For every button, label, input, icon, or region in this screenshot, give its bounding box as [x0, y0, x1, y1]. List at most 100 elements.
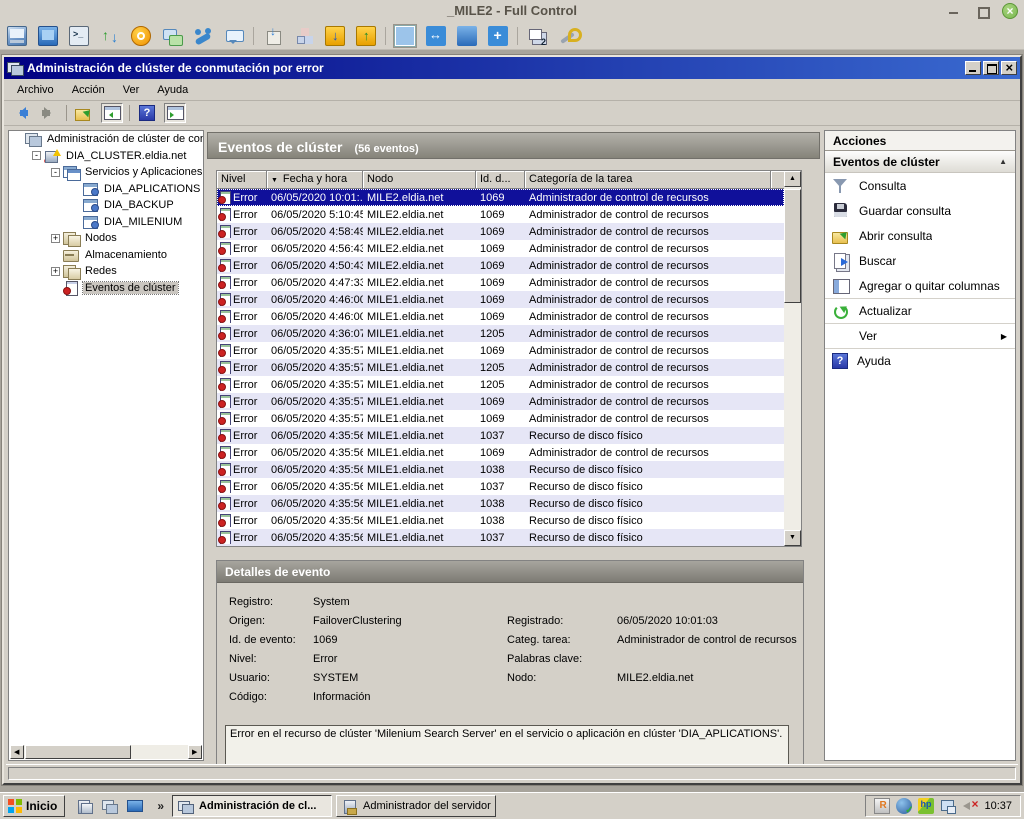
table-row[interactable]: Error 06/05/2020 4:35:57 MILE1.eldia.net…: [217, 342, 784, 359]
column-header-nivel[interactable]: Nivel: [217, 171, 267, 189]
table-row[interactable]: Error 06/05/2020 4:35:56 MILE1.eldia.net…: [217, 478, 784, 495]
expander-toggle[interactable]: +: [51, 234, 60, 243]
table-row[interactable]: Error 06/05/2020 4:35:57 MILE1.eldia.net…: [217, 393, 784, 410]
action-item[interactable]: Consulta: [825, 173, 1015, 198]
table-row[interactable]: Error 06/05/2020 4:35:57 MILE1.eldia.net…: [217, 410, 784, 427]
remote-toolbar-button[interactable]: [424, 24, 448, 48]
remote-toolbar-button[interactable]: [36, 24, 60, 48]
scroll-down-icon[interactable]: [784, 530, 801, 546]
remote-toolbar-button[interactable]: [323, 24, 347, 48]
expander-toggle[interactable]: +: [51, 267, 60, 276]
taskbar-button-cluster-manager[interactable]: Administración de cl...: [172, 795, 332, 817]
close-icon[interactable]: [1002, 3, 1018, 19]
action-item[interactable]: Agregar o quitar columnas: [825, 273, 1015, 298]
collapse-section-icon[interactable]: [999, 157, 1007, 166]
table-row[interactable]: Error 06/05/2020 4:35:56 MILE1.eldia.net…: [217, 461, 784, 478]
table-vertical-scrollbar[interactable]: [784, 171, 801, 546]
remote-toolbar-button[interactable]: [98, 24, 122, 48]
table-row[interactable]: Error 06/05/2020 4:50:43 MILE2.eldia.net…: [217, 257, 784, 274]
menu-item[interactable]: Ayuda: [148, 82, 197, 98]
expander-toggle[interactable]: [51, 283, 60, 292]
table-row[interactable]: Error 06/05/2020 4:56:43 MILE2.eldia.net…: [217, 240, 784, 257]
action-item[interactable]: Actualizar: [825, 298, 1015, 323]
column-header-fecha[interactable]: ▼ Fecha y hora: [267, 171, 363, 189]
export-list-button[interactable]: [73, 103, 95, 123]
table-row[interactable]: Error 06/05/2020 4:35:56 MILE1.eldia.net…: [217, 495, 784, 512]
mmc-titlebar[interactable]: Administración de clúster de conmutación…: [4, 57, 1020, 79]
table-row[interactable]: Error 06/05/2020 4:47:33 MILE2.eldia.net…: [217, 274, 784, 291]
table-row[interactable]: Error 06/05/2020 4:35:56 MILE1.eldia.net…: [217, 444, 784, 461]
start-button[interactable]: Inicio: [3, 795, 65, 817]
remote-toolbar-button[interactable]: [129, 24, 153, 48]
table-row[interactable]: Error 06/05/2020 5:10:45 MILE2.eldia.net…: [217, 206, 784, 223]
quick-launch-button[interactable]: [100, 797, 118, 815]
scroll-right-icon[interactable]: [188, 745, 202, 759]
remote-toolbar-button[interactable]: [67, 24, 91, 48]
action-item[interactable]: Abrir consulta: [825, 223, 1015, 248]
action-item[interactable]: Ayuda: [825, 348, 1015, 373]
expander-toggle[interactable]: [70, 184, 79, 193]
table-row[interactable]: Error 06/05/2020 4:46:00 MILE1.eldia.net…: [217, 291, 784, 308]
action-item[interactable]: Buscar: [825, 248, 1015, 273]
forward-button[interactable]: [38, 103, 60, 123]
remote-toolbar-button[interactable]: [292, 24, 316, 48]
table-row[interactable]: Error 06/05/2020 4:35:57 MILE1.eldia.net…: [217, 359, 784, 376]
restore-icon[interactable]: [974, 3, 990, 19]
menu-item[interactable]: Ver: [114, 82, 149, 98]
minimize-icon[interactable]: [946, 3, 962, 19]
table-row[interactable]: Error 06/05/2020 4:36:07 MILE1.eldia.net…: [217, 325, 784, 342]
tree-item[interactable]: + Nodos: [9, 230, 203, 247]
console-tree-button[interactable]: [101, 103, 123, 123]
hp-icon[interactable]: [918, 798, 934, 814]
expander-toggle[interactable]: -: [32, 151, 41, 160]
tree-item[interactable]: DIA_BACKUP: [9, 197, 203, 214]
column-header-id[interactable]: Id. d...: [476, 171, 525, 189]
back-button[interactable]: [10, 103, 32, 123]
remote-agent-icon[interactable]: [874, 798, 890, 814]
action-pane-button[interactable]: [164, 103, 186, 123]
remote-toolbar-button[interactable]: [354, 24, 378, 48]
menu-item[interactable]: Archivo: [8, 82, 63, 98]
remote-toolbar-button[interactable]: [556, 24, 580, 48]
tree-item[interactable]: DIA_APLICATIONS: [9, 181, 203, 198]
tree-item[interactable]: Eventos de clúster: [9, 280, 203, 297]
net-check-icon[interactable]: [896, 798, 912, 814]
quick-launch-button[interactable]: [75, 797, 93, 815]
remote-toolbar-button[interactable]: [222, 24, 246, 48]
action-item[interactable]: Ver: [825, 323, 1015, 348]
remote-toolbar-button[interactable]: [160, 24, 184, 48]
remote-toolbar-button[interactable]: [455, 24, 479, 48]
scroll-up-icon[interactable]: [784, 171, 801, 187]
tree-item[interactable]: Administración de clúster de conmu: [9, 131, 203, 148]
scroll-left-icon[interactable]: [10, 745, 24, 759]
tree-item[interactable]: - DIA_CLUSTER.eldia.net: [9, 148, 203, 165]
expander-toggle[interactable]: [13, 135, 22, 144]
mmc-minimize-icon[interactable]: [965, 61, 981, 75]
expander-toggle[interactable]: [51, 250, 60, 259]
scrollbar-thumb[interactable]: [784, 189, 801, 303]
remote-toolbar-button[interactable]: [261, 24, 285, 48]
mmc-maximize-icon[interactable]: [983, 61, 999, 75]
tree-item[interactable]: - Servicios y Aplicaciones: [9, 164, 203, 181]
help-button[interactable]: ?: [136, 103, 158, 123]
taskbar-button-server-manager[interactable]: Administrador del servidor: [336, 795, 496, 817]
actions-section-header[interactable]: Eventos de clúster: [825, 151, 1015, 173]
expander-toggle[interactable]: [70, 217, 79, 226]
tree-horizontal-scrollbar[interactable]: [10, 745, 202, 759]
remote-toolbar-button[interactable]: [525, 24, 549, 48]
table-row[interactable]: Error 06/05/2020 4:58:49 MILE2.eldia.net…: [217, 223, 784, 240]
table-row[interactable]: Error 06/05/2020 4:35:56 MILE1.eldia.net…: [217, 512, 784, 529]
display-net-icon[interactable]: [940, 798, 956, 814]
table-row[interactable]: Error 06/05/2020 4:35:57 MILE1.eldia.net…: [217, 376, 784, 393]
expander-toggle[interactable]: [70, 201, 79, 210]
remote-toolbar-button[interactable]: [191, 24, 215, 48]
menu-item[interactable]: Acción: [63, 82, 114, 98]
table-row[interactable]: Error 06/05/2020 4:35:56 MILE1.eldia.net…: [217, 427, 784, 444]
tree-item[interactable]: Almacenamiento: [9, 247, 203, 264]
tree-item[interactable]: + Redes: [9, 263, 203, 280]
mmc-close-icon[interactable]: [1001, 61, 1017, 75]
table-row[interactable]: Error 06/05/2020 4:35:56 MILE1.eldia.net…: [217, 529, 784, 546]
chevron-more-icon[interactable]: [157, 799, 164, 813]
volume-muted-icon[interactable]: [962, 798, 978, 814]
remote-toolbar-button[interactable]: [486, 24, 510, 48]
